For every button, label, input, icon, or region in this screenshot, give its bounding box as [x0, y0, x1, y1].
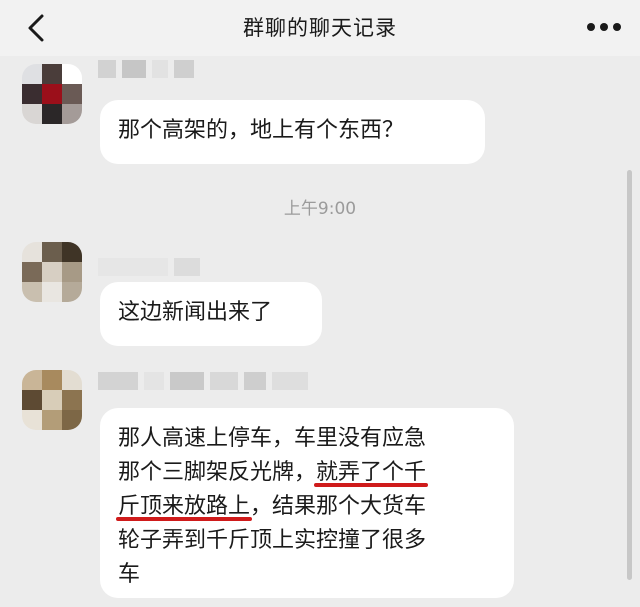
- sender-name-blurred: [98, 372, 308, 390]
- avatar[interactable]: [22, 242, 82, 302]
- sender-name-blurred: [98, 60, 194, 78]
- message-line: 那个三脚架反光牌，就弄了个千: [118, 460, 427, 485]
- nav-bar: 群聊的聊天记录: [0, 0, 640, 56]
- more-dots-icon: [587, 23, 621, 31]
- message-bubble[interactable]: 这边新闻出来了: [100, 282, 322, 346]
- message-bubble[interactable]: 那人高速上停车，车里没有应急 那个三脚架反光牌，就弄了个千 斤顶来放路上，结果那…: [100, 408, 514, 598]
- sender-name-blurred: [98, 258, 200, 276]
- page-title: 群聊的聊天记录: [243, 16, 397, 40]
- scrollbar[interactable]: [627, 170, 632, 580]
- timestamp: 上午9:00: [283, 199, 357, 219]
- message-line: 那人高速上停车，车里没有应急: [118, 426, 427, 451]
- underlined-text: 就弄了个千: [316, 460, 427, 485]
- avatar[interactable]: [22, 370, 82, 430]
- more-button[interactable]: [584, 12, 624, 42]
- message-text: 那个高架的，地上有个东西？: [118, 118, 405, 143]
- message-line: 车: [118, 562, 141, 587]
- message-line: 斤顶来放路上，结果那个大货车: [118, 494, 427, 519]
- chat-history[interactable]: 那个高架的，地上有个东西？ 上午9:00 这边新闻出来了 那人高速上停车，车里没…: [0, 56, 640, 607]
- message-bubble[interactable]: 那个高架的，地上有个东西？: [100, 100, 485, 164]
- underlined-text: 斤顶来放路上: [118, 494, 251, 519]
- message-line: 轮子弄到千斤顶上实控撞了很多: [118, 528, 427, 553]
- avatar[interactable]: [22, 64, 82, 124]
- message-text: 这边新闻出来了: [118, 300, 273, 325]
